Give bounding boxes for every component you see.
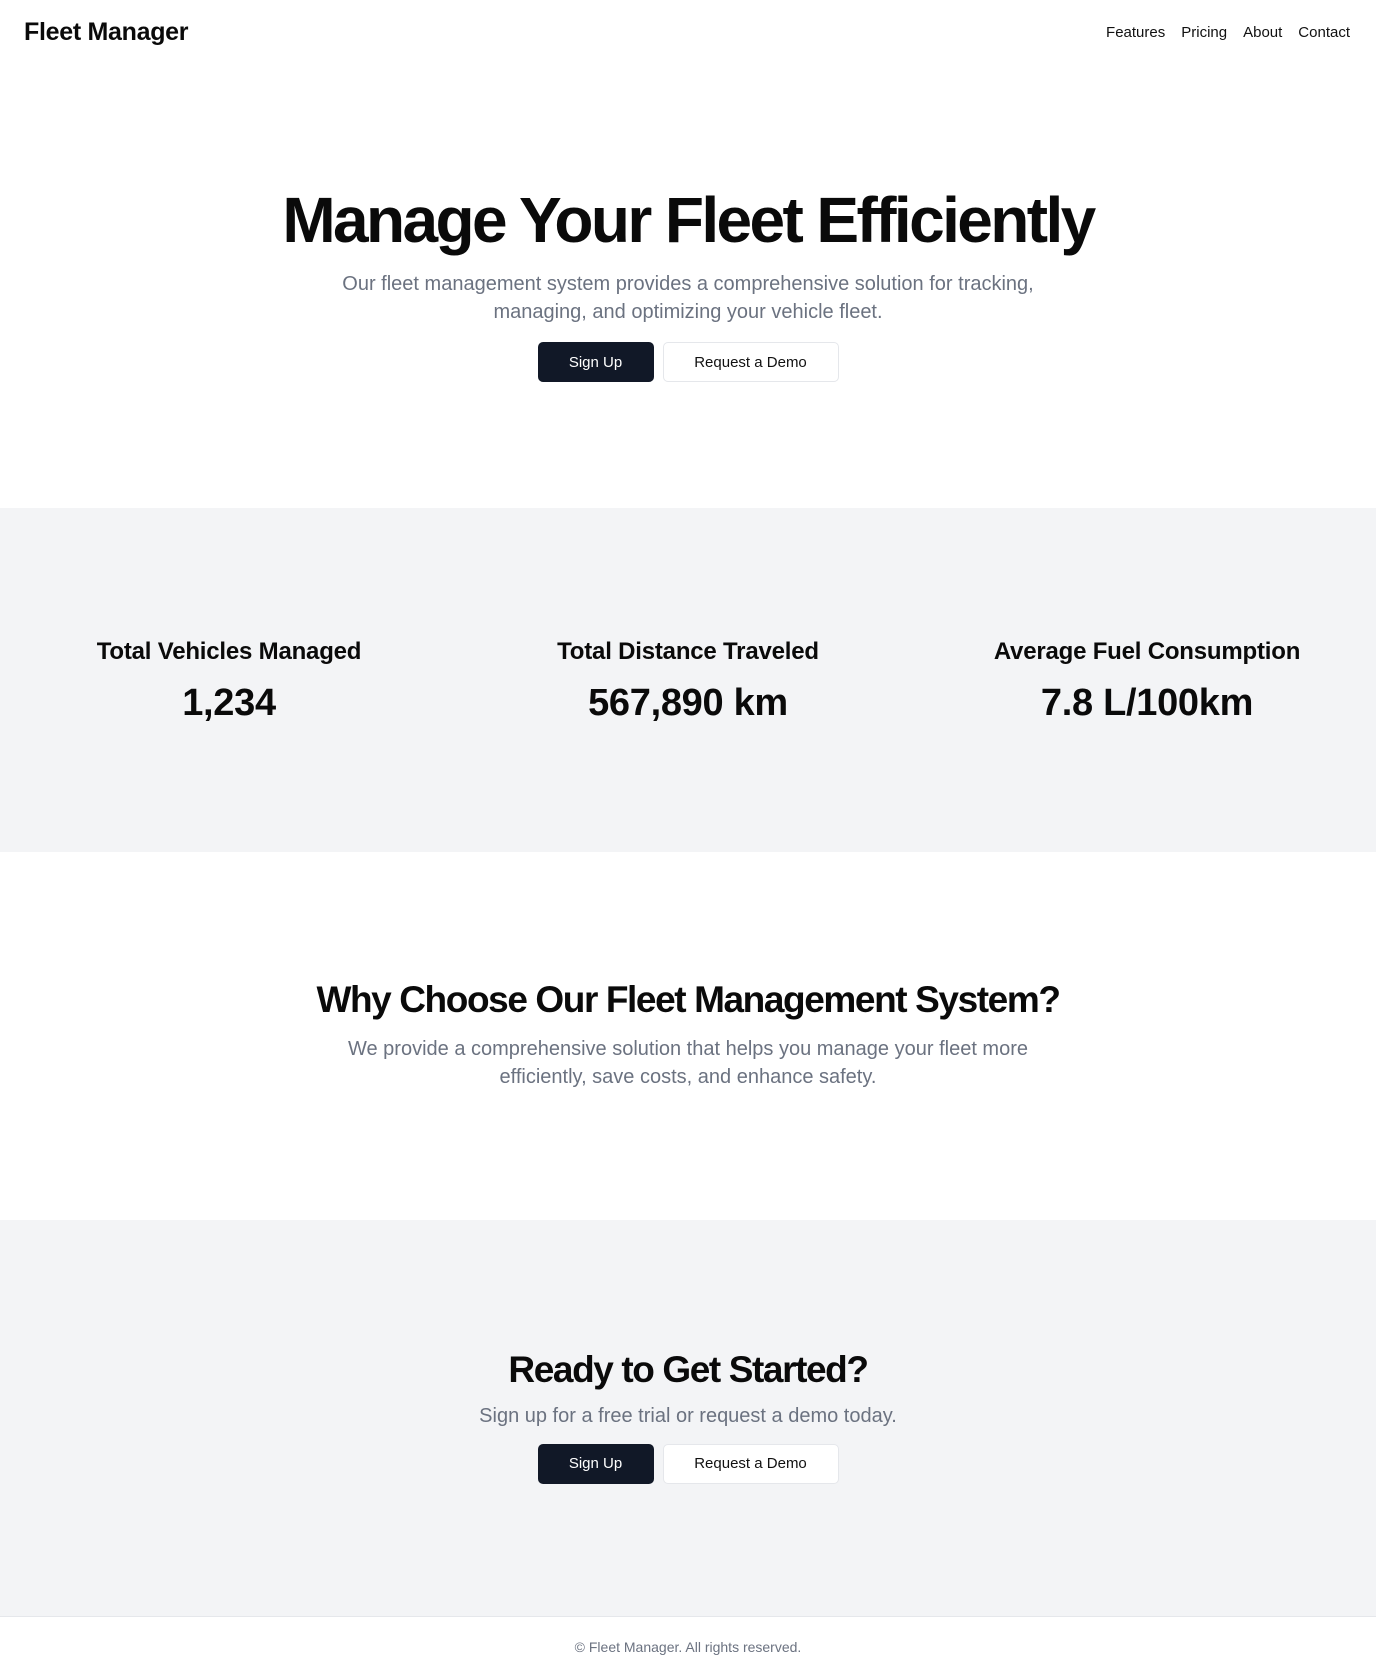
main-nav: Features Pricing About Contact [1106,24,1352,41]
cta-section: Ready to Get Started? Sign up for a free… [0,1220,1376,1616]
stat-label: Average Fuel Consumption [993,638,1301,665]
cta-title: Ready to Get Started? [508,1349,869,1390]
stat-value: 1,234 [182,682,276,724]
hero-section: Manage Your Fleet Efficiently Our fleet … [0,64,1376,508]
hero-subtitle: Our fleet management system provides a c… [342,273,1034,323]
stat-value: 7.8 L/100km [1040,682,1254,724]
cta-subtitle: Sign up for a free trial or request a de… [479,1404,897,1427]
cta-buttons: Sign Up Request a Demo [537,1443,839,1484]
stat-total-distance: Total Distance Traveled 567,890 km [459,638,917,725]
stat-label: Total Vehicles Managed [96,638,362,665]
nav-link-contact[interactable]: Contact [1298,24,1350,41]
stat-total-vehicles: Total Vehicles Managed 1,234 [0,638,458,725]
site-footer: © Fleet Manager. All rights reserved. [0,1616,1376,1676]
stat-average-fuel: Average Fuel Consumption 7.8 L/100km [918,638,1376,725]
nav-link-pricing[interactable]: Pricing [1181,24,1227,41]
cta-sign-up-button[interactable]: Sign Up [537,1443,654,1484]
nav-link-features[interactable]: Features [1106,24,1165,41]
why-choose-section: Why Choose Our Fleet Management System? … [0,852,1376,1220]
hero-request-demo-button[interactable]: Request a Demo [662,342,839,382]
nav-link-about[interactable]: About [1243,24,1282,41]
hero-title: Manage Your Fleet Efficiently [282,184,1096,256]
hero-buttons: Sign Up Request a Demo [537,342,839,382]
stat-label: Total Distance Traveled [557,638,819,665]
stats-section: Total Vehicles Managed 1,234 Total Dista… [0,508,1376,852]
footer-copyright: © Fleet Manager. All rights reserved. [574,1638,802,1655]
why-choose-title: Why Choose Our Fleet Management System? [316,979,1061,1020]
hero-sign-up-button[interactable]: Sign Up [537,342,654,382]
cta-request-demo-button[interactable]: Request a Demo [662,1443,839,1484]
logo[interactable]: Fleet Manager [24,18,189,47]
stat-value: 567,890 km [588,682,788,724]
site-header: Fleet Manager Features Pricing About Con… [0,0,1376,64]
why-choose-subtitle: We provide a comprehensive solution that… [347,1037,1028,1088]
